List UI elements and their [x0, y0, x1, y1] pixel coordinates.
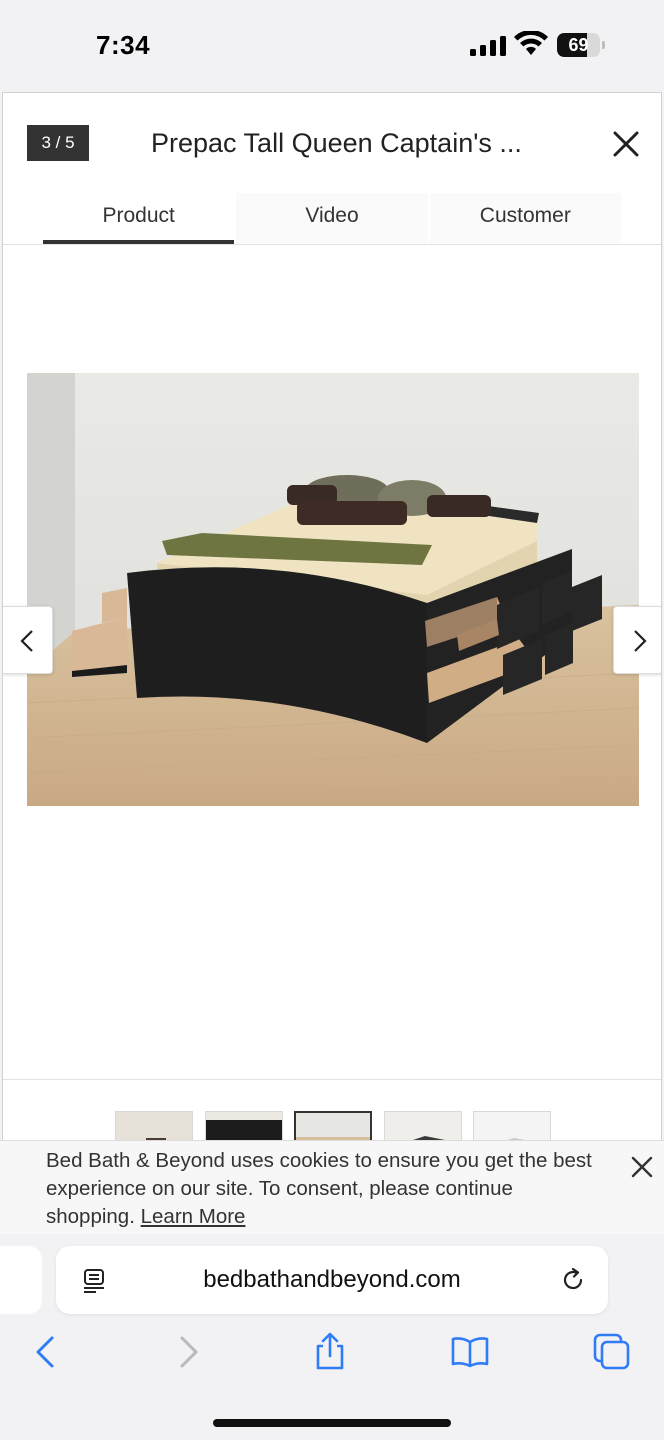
cookie-banner: Bed Bath & Beyond uses cookies to ensure…: [0, 1140, 664, 1234]
thumbnail-3-selected[interactable]: [294, 1111, 372, 1141]
cookie-message: Bed Bath & Beyond uses cookies to ensure…: [46, 1147, 606, 1231]
image-counter: 3 / 5: [27, 125, 89, 161]
tab-customer[interactable]: Customer: [429, 193, 621, 245]
forward-icon[interactable]: [168, 1332, 208, 1372]
bookmarks-icon[interactable]: [450, 1332, 490, 1372]
share-icon[interactable]: [310, 1332, 350, 1372]
back-icon[interactable]: [26, 1332, 66, 1372]
tab-product[interactable]: Product: [43, 193, 235, 245]
thumbnail-5[interactable]: [473, 1111, 551, 1141]
chevron-right-icon: [634, 630, 647, 652]
cookie-message-text: Bed Bath & Beyond uses cookies to ensure…: [46, 1149, 592, 1228]
tab-video[interactable]: Video: [236, 193, 428, 245]
previous-image-button[interactable]: [3, 606, 53, 674]
status-time: 7:34: [96, 30, 151, 60]
learn-more-link[interactable]: Learn More: [141, 1205, 246, 1228]
chevron-left-icon: [20, 630, 33, 652]
cellular-signal-icon: [470, 36, 506, 56]
battery-icon: 69: [557, 33, 605, 57]
wifi-icon: [514, 31, 548, 55]
thumbnail-2[interactable]: [205, 1111, 283, 1141]
status-bar: 7:34 69: [0, 0, 664, 92]
thumbnail-1[interactable]: [115, 1111, 193, 1141]
product-gallery-modal: 3 / 5 Prepac Tall Queen Captain's ... Pr…: [2, 92, 662, 1142]
home-indicator: [213, 1419, 451, 1427]
thumbnail-4[interactable]: [384, 1111, 462, 1141]
url-text: bedbathandbeyond.com: [203, 1266, 461, 1293]
thumbnail-divider: [3, 1079, 661, 1080]
tabs-icon[interactable]: [592, 1332, 632, 1372]
modal-title: Prepac Tall Queen Captain's ...: [151, 128, 522, 158]
close-icon[interactable]: [609, 127, 643, 161]
browser-chrome: bedbathandbeyond.com: [0, 1234, 664, 1440]
reload-icon[interactable]: [559, 1266, 587, 1294]
close-icon[interactable]: [628, 1153, 656, 1181]
next-image-button[interactable]: [613, 606, 661, 674]
product-image: [27, 373, 639, 806]
tabs-divider: [3, 244, 661, 245]
battery-level: 69: [568, 35, 589, 55]
address-bar[interactable]: bedbathandbeyond.com: [56, 1246, 608, 1314]
previous-tab-peek[interactable]: [0, 1246, 42, 1314]
gallery-tabs: Product Video Customer: [43, 193, 623, 245]
